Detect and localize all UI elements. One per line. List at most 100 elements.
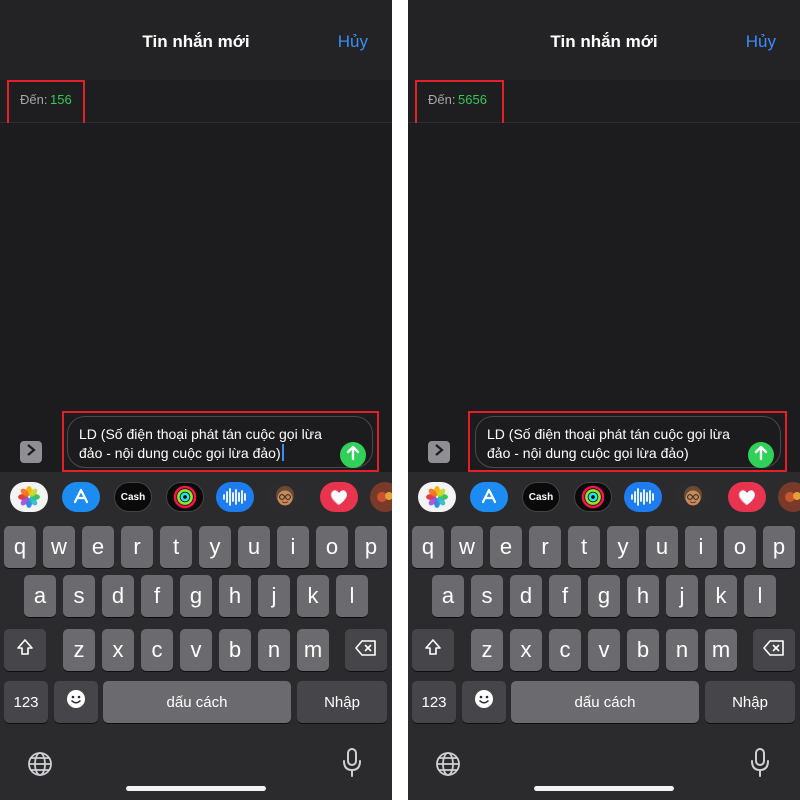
key-s-label: s — [481, 583, 493, 608]
key-o[interactable]: o — [724, 526, 756, 568]
app-store-icon[interactable] — [62, 482, 100, 512]
key-q[interactable]: q — [412, 526, 444, 568]
key-z[interactable]: z — [63, 629, 95, 671]
audio-message-icon[interactable] — [216, 482, 254, 512]
key-n[interactable]: n — [258, 629, 290, 671]
key-y[interactable]: y — [199, 526, 231, 568]
return-key[interactable]: Nhập — [297, 681, 387, 723]
space-key[interactable]: dấu cách — [511, 681, 699, 723]
key-x[interactable]: x — [510, 629, 542, 671]
delete-key[interactable] — [345, 629, 387, 671]
key-o[interactable]: o — [316, 526, 348, 568]
expand-apps-button[interactable] — [20, 441, 42, 463]
backspace-icon — [762, 637, 786, 663]
key-h[interactable]: h — [627, 575, 659, 617]
return-key[interactable]: Nhập — [705, 681, 795, 723]
photos-icon[interactable] — [10, 482, 48, 512]
emoji-key[interactable] — [462, 681, 506, 723]
app-store-icon[interactable] — [470, 482, 508, 512]
key-p[interactable]: p — [763, 526, 795, 568]
globe-icon[interactable] — [434, 750, 462, 783]
more-apps-icon[interactable] — [778, 482, 800, 512]
emoji-key[interactable] — [54, 681, 98, 723]
key-e[interactable]: e — [490, 526, 522, 568]
key-b[interactable]: b — [627, 629, 659, 671]
space-key[interactable]: dấu cách — [103, 681, 291, 723]
key-f[interactable]: f — [549, 575, 581, 617]
key-l[interactable]: l — [336, 575, 368, 617]
key-a[interactable]: a — [24, 575, 56, 617]
key-h[interactable]: h — [219, 575, 251, 617]
key-c[interactable]: c — [141, 629, 173, 671]
key-s[interactable]: s — [471, 575, 503, 617]
key-c[interactable]: c — [549, 629, 581, 671]
key-q-label: q — [13, 534, 27, 559]
cancel-button[interactable]: Hủy — [338, 32, 368, 52]
numbers-key[interactable]: 123 — [4, 681, 48, 723]
shift-key[interactable] — [4, 629, 46, 671]
fitness-icon[interactable] — [166, 482, 204, 512]
key-j[interactable]: j — [258, 575, 290, 617]
key-x-label: x — [112, 637, 124, 662]
microphone-icon[interactable] — [750, 746, 770, 783]
heart-sticker-icon[interactable] — [728, 482, 766, 512]
numbers-key[interactable]: 123 — [412, 681, 456, 723]
key-v[interactable]: v — [180, 629, 212, 671]
key-w[interactable]: w — [451, 526, 483, 568]
fitness-icon[interactable] — [574, 482, 612, 512]
key-v[interactable]: v — [588, 629, 620, 671]
key-g[interactable]: g — [180, 575, 212, 617]
audio-message-icon[interactable] — [624, 482, 662, 512]
key-r[interactable]: r — [529, 526, 561, 568]
key-n-label: n — [267, 637, 281, 662]
key-d[interactable]: d — [102, 575, 134, 617]
key-r[interactable]: r — [121, 526, 153, 568]
expand-apps-button[interactable] — [428, 441, 450, 463]
key-z[interactable]: z — [471, 629, 503, 671]
key-u[interactable]: u — [238, 526, 270, 568]
key-f[interactable]: f — [141, 575, 173, 617]
globe-icon[interactable] — [26, 750, 54, 783]
key-t[interactable]: t — [160, 526, 192, 568]
photos-icon[interactable] — [418, 482, 456, 512]
key-m[interactable]: m — [705, 629, 737, 671]
key-t[interactable]: t — [568, 526, 600, 568]
key-s[interactable]: s — [63, 575, 95, 617]
key-a[interactable]: a — [432, 575, 464, 617]
key-i[interactable]: i — [277, 526, 309, 568]
key-g[interactable]: g — [588, 575, 620, 617]
key-j[interactable]: j — [666, 575, 698, 617]
heart-sticker-icon[interactable] — [320, 482, 358, 512]
key-k[interactable]: k — [705, 575, 737, 617]
backspace-icon — [354, 637, 378, 663]
key-e[interactable]: e — [82, 526, 114, 568]
apple-cash-icon[interactable]: Cash — [522, 482, 560, 512]
chevron-right-icon — [434, 443, 444, 461]
key-u[interactable]: u — [646, 526, 678, 568]
key-q[interactable]: q — [4, 526, 36, 568]
key-b[interactable]: b — [219, 629, 251, 671]
microphone-icon[interactable] — [342, 746, 362, 783]
numbers-key-label: 123 — [421, 693, 447, 711]
key-k[interactable]: k — [297, 575, 329, 617]
key-p[interactable]: p — [355, 526, 387, 568]
key-d[interactable]: d — [510, 575, 542, 617]
return-key-label: Nhập — [732, 693, 768, 711]
more-apps-icon[interactable] — [370, 482, 392, 512]
key-l[interactable]: l — [744, 575, 776, 617]
key-n[interactable]: n — [666, 629, 698, 671]
cancel-button[interactable]: Hủy — [746, 32, 776, 52]
delete-key[interactable] — [753, 629, 795, 671]
key-x[interactable]: x — [102, 629, 134, 671]
key-w[interactable]: w — [43, 526, 75, 568]
shift-key[interactable] — [412, 629, 454, 671]
memoji-icon[interactable] — [266, 482, 304, 512]
key-e-label: e — [91, 534, 105, 559]
apple-cash-icon[interactable]: Cash — [114, 482, 152, 512]
key-i[interactable]: i — [685, 526, 717, 568]
key-y[interactable]: y — [607, 526, 639, 568]
navigation-bar: Tin nhắn mới Hủy — [408, 0, 800, 80]
key-f-label: f — [561, 583, 569, 608]
key-m[interactable]: m — [297, 629, 329, 671]
memoji-icon[interactable] — [674, 482, 712, 512]
